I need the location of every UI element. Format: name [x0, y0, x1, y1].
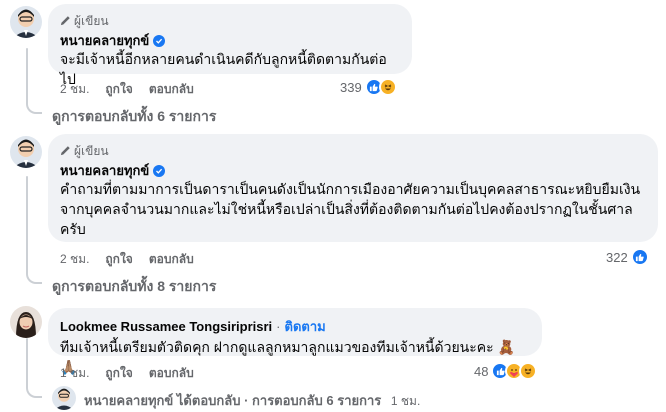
reply-button[interactable]: ตอบกลับ [149, 80, 194, 99]
reply-summary[interactable]: หนายคลายทุกข์ ได้ตอบกลับ · การตอบกลับ 6 … [84, 390, 420, 411]
comment-bubble-2: ผู้เขียน หนายคลายทุกข์ คำถามที่ตามมาการเ… [48, 134, 658, 242]
reply-summary-time: 1 ชม. [390, 394, 421, 408]
reaction-count: 339 [340, 79, 362, 95]
avatar-commenter[interactable] [10, 306, 42, 338]
reaction-summary-1[interactable]: 339 [340, 78, 397, 96]
haha-reaction-icon [378, 78, 397, 96]
like-button[interactable]: ถูกใจ [105, 250, 132, 269]
pencil-icon [60, 15, 71, 29]
reaction-count: 322 [606, 249, 628, 265]
author-badge: ผู้เขียน [60, 12, 400, 31]
verified-badge-icon [153, 165, 166, 177]
thread-curve-2 [26, 270, 42, 284]
comment-text-line: คำถามที่ตามมาการเป็นดาราเป็นคนดังเป็นนัก… [60, 181, 641, 197]
thread-line-2 [26, 176, 28, 272]
pencil-icon [60, 145, 71, 159]
comment-actions-2: 2 ชม. ถูกใจ ตอบกลับ [60, 250, 194, 269]
author-badge: ผู้เขียน [60, 142, 646, 161]
comment-author[interactable]: Lookmee Russamee Tongsiriprisri [60, 319, 272, 335]
comment-actions-3: 1 ชม. ถูกใจ ตอบกลับ [60, 364, 194, 383]
comment-actions-1: 2 ชม. ถูกใจ ตอบกลับ [60, 80, 194, 99]
view-replies-link-1[interactable]: ดูการตอบกลับทั้ง 6 รายการ [52, 106, 216, 128]
comment-time[interactable]: 2 ชม. [60, 250, 89, 269]
reaction-summary-2[interactable]: 322 [606, 248, 649, 266]
avatar-author[interactable] [10, 136, 42, 168]
avatar-author[interactable] [10, 6, 42, 38]
reply-avatar[interactable] [52, 386, 76, 410]
comment-text-line: ครับ [60, 221, 86, 237]
thread-curve-3 [26, 384, 42, 398]
reply-summary-name: หนายคลายทุกข์ [84, 393, 174, 408]
thread-line-3 [26, 338, 28, 386]
reaction-count: 48 [474, 363, 489, 379]
comment-time[interactable]: 1 ชม. [60, 364, 89, 383]
separator-dot: · [276, 319, 281, 334]
reply-summary-text: ได้ตอบกลับ · การตอบกลับ 6 รายการ [173, 393, 382, 408]
thread-line-1 [26, 48, 28, 102]
verified-badge-icon [153, 35, 166, 47]
reply-button[interactable]: ตอบกลับ [149, 250, 194, 269]
haha-reaction-icon [519, 362, 538, 380]
thread-curve-1 [26, 100, 42, 114]
comment-text-line: จากบุคคลจำนวนมากและไม่ใช่หนี้หรือเปล่าเป… [60, 201, 633, 217]
like-button[interactable]: ถูกใจ [105, 364, 132, 383]
author-badge-label: ผู้เขียน [74, 14, 109, 28]
comment-time[interactable]: 2 ชม. [60, 80, 89, 99]
comment-bubble-1: ผู้เขียน หนายคลายทุกข์ จะมีเจ้าหนี้อีกหล… [48, 4, 412, 87]
comment-bubble-3: Lookmee Russamee Tongsiriprisri · ติดตาม… [48, 308, 542, 375]
comment-author[interactable]: หนายคลายทุกข์ [60, 163, 149, 179]
author-badge-label: ผู้เขียน [74, 144, 109, 158]
like-button[interactable]: ถูกใจ [105, 80, 132, 99]
view-replies-link-2[interactable]: ดูการตอบกลับทั้ง 8 รายการ [52, 276, 216, 298]
follow-button[interactable]: ติดตาม [285, 316, 326, 337]
reply-button[interactable]: ตอบกลับ [149, 364, 194, 383]
like-reaction-icon [630, 248, 649, 266]
reaction-summary-3[interactable]: 48 [474, 362, 538, 380]
comment-author[interactable]: หนายคลายทุกข์ [60, 33, 149, 49]
